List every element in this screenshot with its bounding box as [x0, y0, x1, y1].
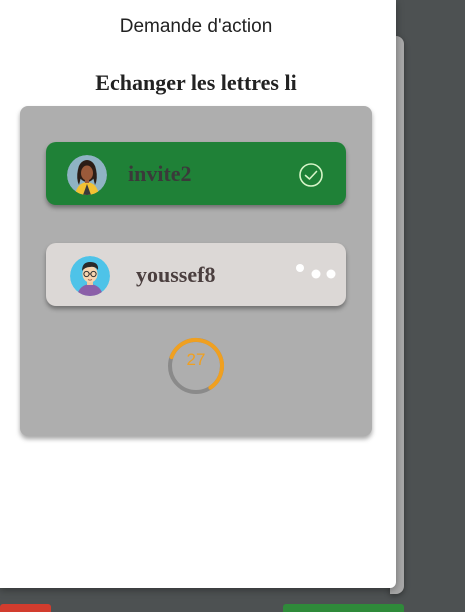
bottom-green-button[interactable]	[283, 604, 404, 612]
countdown-timer: 27	[166, 336, 226, 396]
timer-value: 27	[186, 350, 206, 369]
player-name: youssef8	[136, 262, 216, 287]
player-card-youssef8: youssef8	[46, 243, 346, 306]
check-circle-icon	[298, 162, 324, 188]
three-dots-icon	[294, 261, 338, 281]
male-glasses-avatar-icon	[70, 256, 110, 296]
players-panel: invite2 youssef8 27	[20, 106, 372, 436]
action-title: Echanger les lettres li	[95, 70, 297, 95]
female-avatar-icon	[67, 155, 107, 195]
player-card-invite2: invite2	[46, 142, 346, 205]
dialog-title: Demande d'action	[119, 16, 273, 37]
bottom-red-button[interactable]	[0, 604, 51, 612]
action-request-dialog: Demande d'action Echanger les lettres li…	[0, 0, 396, 588]
player-name: invite2	[128, 161, 192, 186]
